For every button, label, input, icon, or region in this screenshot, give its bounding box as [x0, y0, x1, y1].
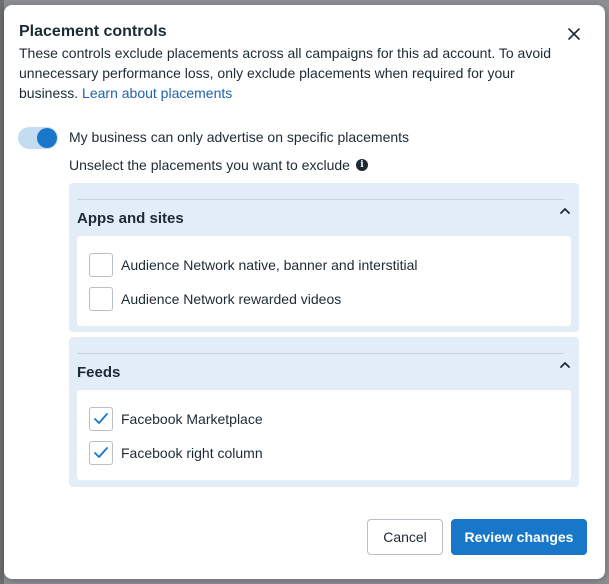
checkbox-unchecked[interactable]	[89, 253, 113, 277]
section-divider	[77, 199, 564, 200]
placement-option[interactable]: Facebook right column	[89, 440, 263, 466]
checkmark-icon	[94, 447, 108, 458]
learn-about-placements-link[interactable]: Learn about placements	[82, 85, 232, 101]
chevron-up-icon[interactable]	[559, 359, 571, 371]
specific-placements-toggle[interactable]	[18, 127, 58, 149]
dialog-description: These controls exclude placements across…	[19, 43, 559, 103]
checkbox-checked[interactable]	[89, 441, 113, 465]
instruction-text: Unselect the placements you want to excl…	[69, 157, 368, 173]
section-feeds: Feeds Facebook Marketplace Facebook righ…	[69, 337, 579, 487]
placement-label: Audience Network rewarded videos	[121, 291, 342, 307]
placement-option[interactable]: Facebook Marketplace	[89, 406, 263, 432]
placement-label: Audience Network native, banner and inte…	[121, 257, 418, 273]
placement-controls-dialog: Placement controls These controls exclud…	[4, 5, 605, 579]
close-icon[interactable]	[565, 25, 583, 43]
chevron-up-icon[interactable]	[559, 205, 571, 217]
placement-option[interactable]: Audience Network native, banner and inte…	[89, 252, 418, 278]
placement-list: Audience Network native, banner and inte…	[77, 236, 571, 326]
review-changes-button[interactable]: Review changes	[451, 519, 587, 555]
checkbox-unchecked[interactable]	[89, 287, 113, 311]
section-apps-and-sites: Apps and sites Audience Network native, …	[69, 183, 579, 332]
checkmark-icon	[94, 413, 108, 424]
placement-label: Facebook right column	[121, 445, 263, 461]
placement-list: Facebook Marketplace Facebook right colu…	[77, 390, 571, 480]
instruction-label: Unselect the placements you want to excl…	[69, 157, 350, 173]
toggle-knob	[37, 128, 57, 148]
checkbox-checked[interactable]	[89, 407, 113, 431]
section-title: Apps and sites	[77, 210, 184, 227]
placement-label: Facebook Marketplace	[121, 411, 263, 427]
section-title: Feeds	[77, 364, 121, 381]
placement-option[interactable]: Audience Network rewarded videos	[89, 286, 341, 312]
info-icon[interactable]: i	[355, 159, 368, 171]
toggle-label: My business can only advertise on specif…	[69, 129, 410, 145]
section-divider	[77, 353, 564, 354]
dialog-title: Placement controls	[19, 23, 167, 40]
cancel-button[interactable]: Cancel	[367, 519, 443, 555]
